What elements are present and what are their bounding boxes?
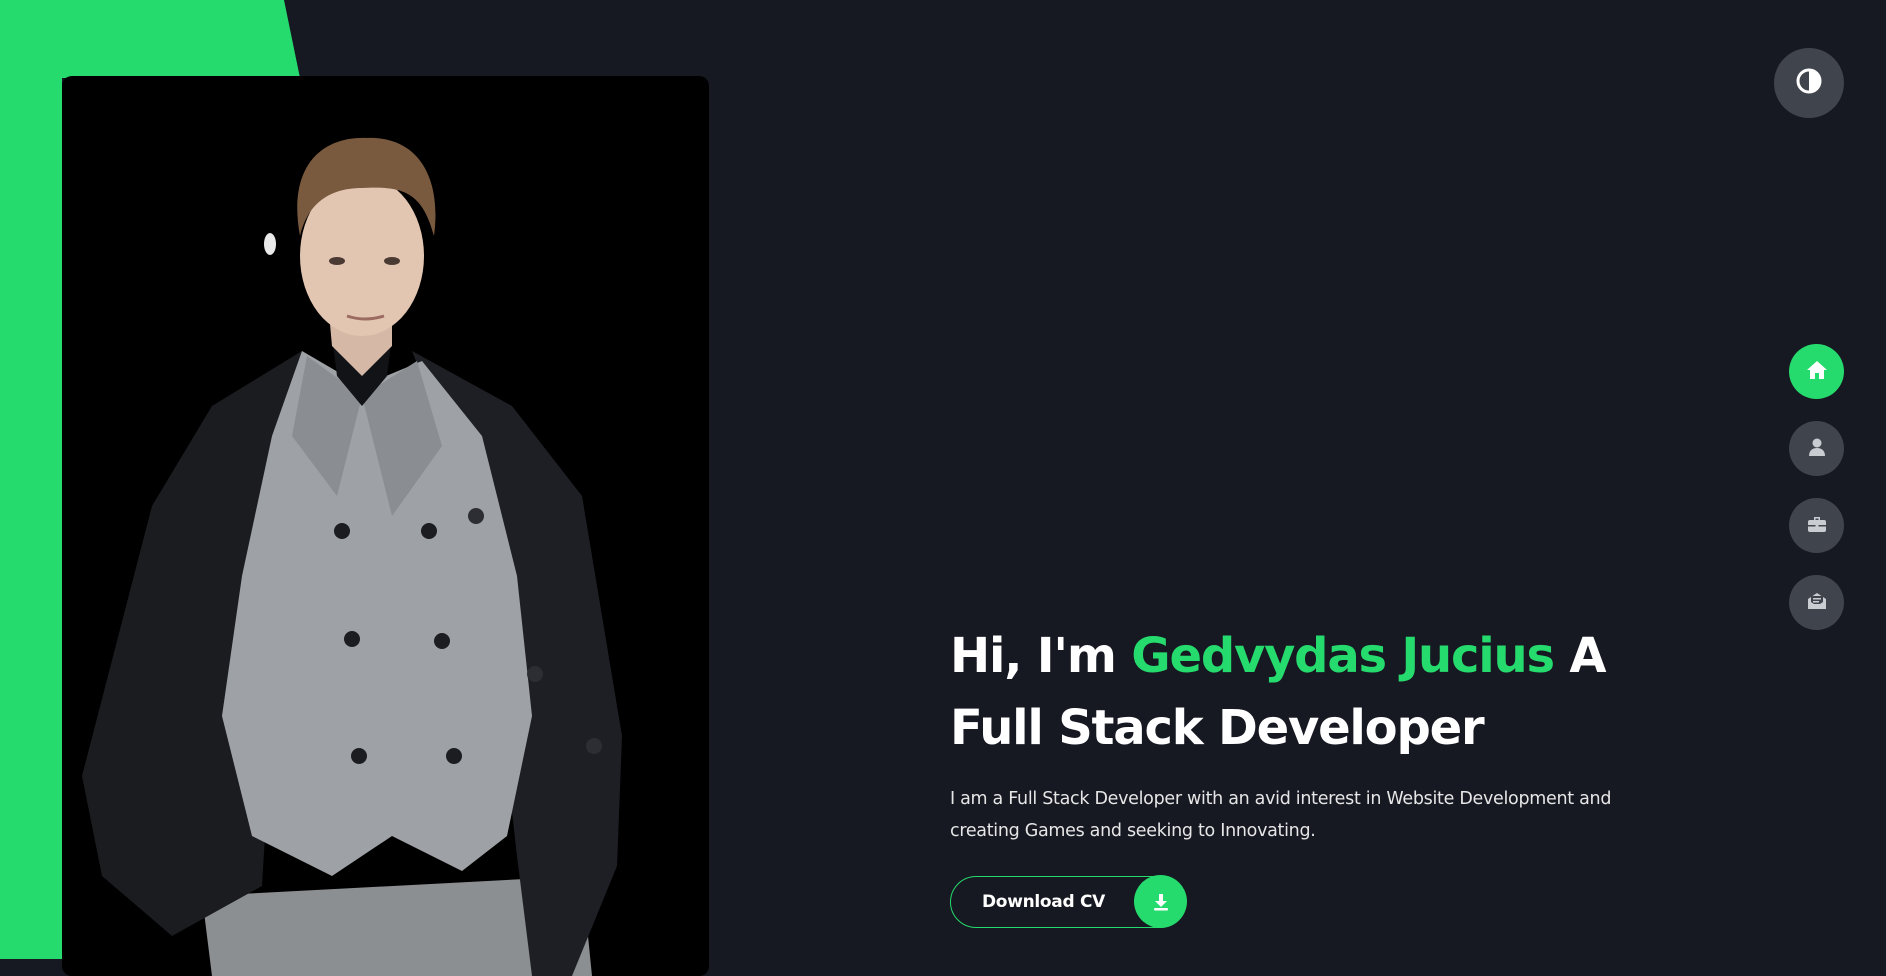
nav-about-button[interactable] <box>1789 421 1844 476</box>
hero-description: I am a Full Stack Developer with an avid… <box>950 789 1612 841</box>
nav-contact-button[interactable] <box>1789 575 1844 630</box>
hero-name: Gedvydas Jucius <box>1131 628 1555 684</box>
briefcase-icon <box>1806 514 1828 538</box>
download-cv-label: Download CV <box>982 892 1105 912</box>
hero-greeting: Hi, I'm <box>950 628 1132 684</box>
profile-photo <box>62 76 709 976</box>
nav-home-button[interactable] <box>1789 344 1844 399</box>
download-icon <box>1134 875 1187 928</box>
side-navigation <box>1789 344 1844 630</box>
user-icon <box>1807 437 1827 461</box>
hero-heading: Hi, I'm Gedvydas Jucius A Full Stack Dev… <box>950 620 1650 764</box>
download-cv-button[interactable]: Download CV <box>950 875 1187 928</box>
mail-icon <box>1806 590 1828 616</box>
theme-toggle-button[interactable] <box>1774 48 1844 118</box>
nav-portfolio-button[interactable] <box>1789 498 1844 553</box>
hero-section: Hi, I'm Gedvydas Jucius A Full Stack Dev… <box>950 620 1650 847</box>
home-icon <box>1806 360 1828 384</box>
portrait-illustration <box>82 137 622 976</box>
contrast-icon <box>1795 67 1823 99</box>
